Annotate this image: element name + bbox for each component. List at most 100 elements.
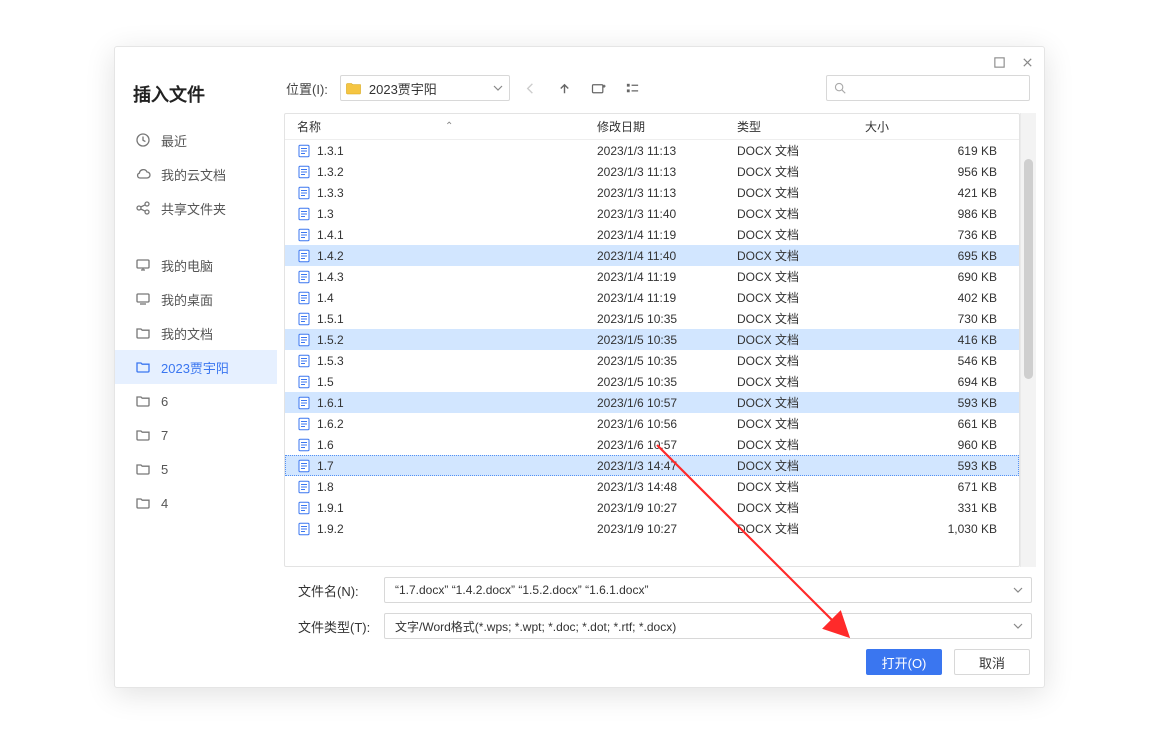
sidebar-item-folder-4[interactable]: 4 xyxy=(115,486,277,520)
file-row[interactable]: 1.6.22023/1/6 10:56DOCX 文档661 KB xyxy=(285,413,1019,434)
file-name: 1.9.2 xyxy=(317,522,344,536)
vertical-scrollbar[interactable] xyxy=(1020,113,1036,567)
chevron-down-icon[interactable] xyxy=(1013,619,1023,634)
nav-up-button[interactable] xyxy=(552,75,578,101)
search-input[interactable] xyxy=(853,80,1023,96)
sidebar-item-folder-5[interactable]: 5 xyxy=(115,452,277,486)
file-size: 331 KB xyxy=(859,501,1019,515)
sidebar-item-label: 7 xyxy=(161,428,168,443)
file-type: DOCX 文档 xyxy=(731,436,859,453)
cancel-button[interactable]: 取消 xyxy=(954,649,1030,675)
sidebar-item-recent[interactable]: 最近 xyxy=(115,123,277,157)
insert-file-dialog: 插入文件 最近我的云文档共享文件夹我的电脑我的桌面我的文档2023贾宇阳6754… xyxy=(114,46,1045,688)
file-row[interactable]: 1.4.22023/1/4 11:40DOCX 文档695 KB xyxy=(285,245,1019,266)
file-row[interactable]: 1.72023/1/3 14:47DOCX 文档593 KB xyxy=(285,455,1019,476)
sidebar-item-cloud[interactable]: 我的云文档 xyxy=(115,157,277,191)
filetype-combobox[interactable] xyxy=(384,613,1032,639)
file-type: DOCX 文档 xyxy=(731,478,859,495)
new-folder-button[interactable] xyxy=(586,75,612,101)
file-name: 1.3 xyxy=(317,207,334,221)
sidebar-item-docs[interactable]: 我的文档 xyxy=(115,316,277,350)
file-size: 695 KB xyxy=(859,249,1019,263)
sidebar-item-label: 我的文档 xyxy=(161,324,213,343)
file-date: 2023/1/5 10:35 xyxy=(591,333,731,347)
file-row[interactable]: 1.3.12023/1/3 11:13DOCX 文档619 KB xyxy=(285,140,1019,161)
file-row[interactable]: 1.5.32023/1/5 10:35DOCX 文档546 KB xyxy=(285,350,1019,371)
file-size: 593 KB xyxy=(859,459,1019,473)
docx-file-icon xyxy=(297,291,311,305)
file-date: 2023/1/3 11:13 xyxy=(591,144,731,158)
sidebar-item-label: 我的桌面 xyxy=(161,290,213,309)
chevron-down-icon[interactable] xyxy=(1013,583,1023,598)
file-size: 421 KB xyxy=(859,186,1019,200)
file-date: 2023/1/4 11:19 xyxy=(591,228,731,242)
scrollbar-thumb[interactable] xyxy=(1024,159,1033,379)
file-size: 694 KB xyxy=(859,375,1019,389)
sidebar-item-folder-7[interactable]: 7 xyxy=(115,418,277,452)
file-row[interactable]: 1.3.22023/1/3 11:13DOCX 文档956 KB xyxy=(285,161,1019,182)
file-name: 1.5.1 xyxy=(317,312,344,326)
open-button[interactable]: 打开(O) xyxy=(866,649,942,675)
search-box[interactable] xyxy=(826,75,1030,101)
file-row[interactable]: 1.9.22023/1/9 10:27DOCX 文档1,030 KB xyxy=(285,518,1019,539)
col-header-name[interactable]: 名称 ⌃ xyxy=(291,118,591,135)
file-size: 402 KB xyxy=(859,291,1019,305)
file-date: 2023/1/6 10:57 xyxy=(591,396,731,410)
location-label: 位置(I): xyxy=(286,79,328,98)
file-name: 1.6.2 xyxy=(317,417,344,431)
sidebar-item-label: 4 xyxy=(161,496,168,511)
file-row[interactable]: 1.5.12023/1/5 10:35DOCX 文档730 KB xyxy=(285,308,1019,329)
sidebar-item-mypc[interactable]: 我的电脑 xyxy=(115,248,277,282)
sidebar-item-shared[interactable]: 共享文件夹 xyxy=(115,191,277,225)
file-row[interactable]: 1.82023/1/3 14:48DOCX 文档671 KB xyxy=(285,476,1019,497)
file-row[interactable]: 1.5.22023/1/5 10:35DOCX 文档416 KB xyxy=(285,329,1019,350)
file-type: DOCX 文档 xyxy=(731,226,859,243)
file-date: 2023/1/9 10:27 xyxy=(591,522,731,536)
col-header-size[interactable]: 大小 xyxy=(859,118,1019,135)
maximize-button[interactable] xyxy=(990,53,1008,71)
file-name: 1.3.3 xyxy=(317,186,344,200)
file-row[interactable]: 1.3.32023/1/3 11:13DOCX 文档421 KB xyxy=(285,182,1019,203)
file-name: 1.5.3 xyxy=(317,354,344,368)
file-row[interactable]: 1.9.12023/1/9 10:27DOCX 文档331 KB xyxy=(285,497,1019,518)
docx-file-icon xyxy=(297,417,311,431)
sidebar-item-desktop[interactable]: 我的桌面 xyxy=(115,282,277,316)
file-row[interactable]: 1.6.12023/1/6 10:57DOCX 文档593 KB xyxy=(285,392,1019,413)
filetype-input[interactable] xyxy=(393,618,1007,634)
file-row[interactable]: 1.62023/1/6 10:57DOCX 文档960 KB xyxy=(285,434,1019,455)
col-header-date[interactable]: 修改日期 xyxy=(591,118,731,135)
folder-icon xyxy=(135,427,151,443)
sidebar-item-label: 我的电脑 xyxy=(161,256,213,275)
sidebar-item-folder-a[interactable]: 2023贾宇阳 xyxy=(115,350,277,384)
file-row[interactable]: 1.4.12023/1/4 11:19DOCX 文档736 KB xyxy=(285,224,1019,245)
file-date: 2023/1/4 11:19 xyxy=(591,270,731,284)
file-size: 546 KB xyxy=(859,354,1019,368)
sidebar-item-folder-6[interactable]: 6 xyxy=(115,384,277,418)
col-header-type[interactable]: 类型 xyxy=(731,118,859,135)
docx-file-icon xyxy=(297,375,311,389)
file-row[interactable]: 1.32023/1/3 11:40DOCX 文档986 KB xyxy=(285,203,1019,224)
file-name: 1.4.3 xyxy=(317,270,344,284)
nav-back-button[interactable] xyxy=(518,75,544,101)
file-name: 1.7 xyxy=(317,459,334,473)
view-mode-button[interactable] xyxy=(620,75,646,101)
file-name: 1.6.1 xyxy=(317,396,344,410)
desktop-icon xyxy=(135,257,151,273)
main-panel: 位置(I): 2023贾宇阳 xyxy=(277,67,1044,687)
bottom-panel: 文件名(N): 文件类型(T): xyxy=(278,567,1044,687)
docx-file-icon xyxy=(297,270,311,284)
sidebar: 插入文件 最近我的云文档共享文件夹我的电脑我的桌面我的文档2023贾宇阳6754 xyxy=(115,67,277,687)
filename-combobox[interactable] xyxy=(384,577,1032,603)
file-type: DOCX 文档 xyxy=(731,205,859,222)
close-button[interactable] xyxy=(1018,53,1036,71)
location-selector[interactable]: 2023贾宇阳 xyxy=(340,75,510,101)
file-row[interactable]: 1.42023/1/4 11:19DOCX 文档402 KB xyxy=(285,287,1019,308)
docx-file-icon xyxy=(297,165,311,179)
filename-input[interactable] xyxy=(393,582,1007,598)
file-row[interactable]: 1.52023/1/5 10:35DOCX 文档694 KB xyxy=(285,371,1019,392)
file-type: DOCX 文档 xyxy=(731,415,859,432)
file-size: 986 KB xyxy=(859,207,1019,221)
file-date: 2023/1/9 10:27 xyxy=(591,501,731,515)
file-row[interactable]: 1.4.32023/1/4 11:19DOCX 文档690 KB xyxy=(285,266,1019,287)
folder-icon xyxy=(345,79,363,97)
